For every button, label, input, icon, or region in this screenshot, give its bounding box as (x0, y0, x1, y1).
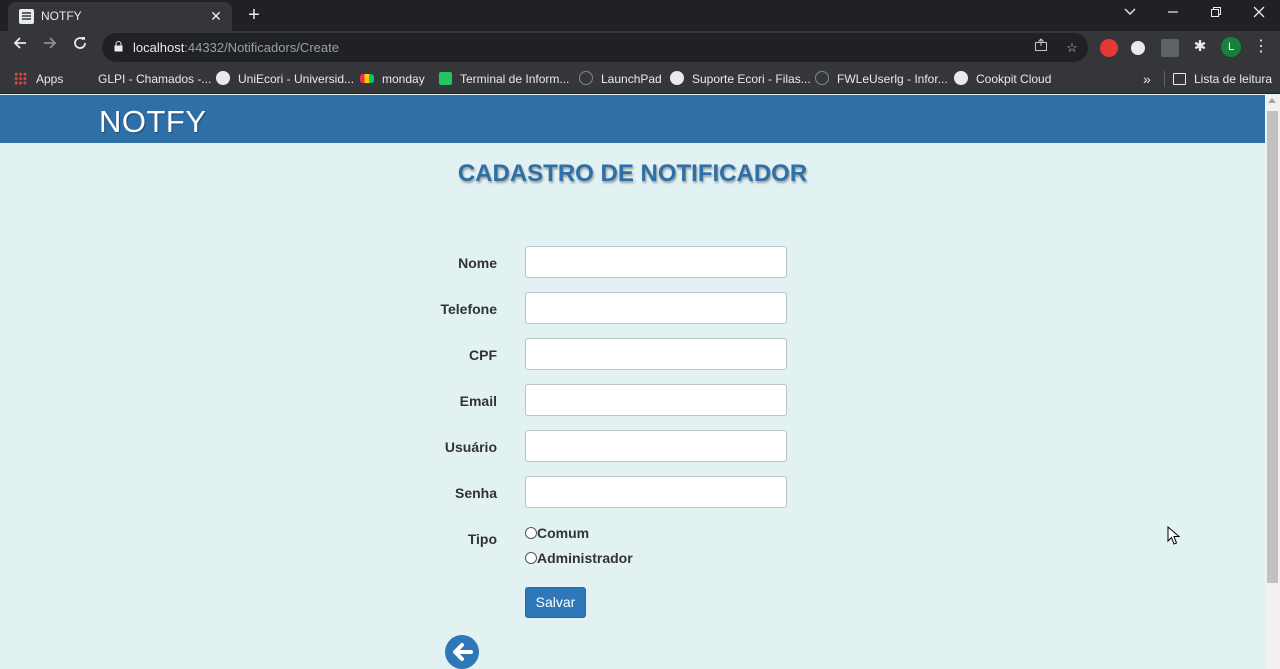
brand-logo[interactable]: NOTFY (99, 104, 207, 140)
bookmarks-bar: Apps GLPI - Chamados -... UniEcori - Uni… (0, 64, 1280, 94)
more-bookmarks-icon[interactable]: » (1143, 70, 1151, 88)
telefone-label: Telefone (440, 301, 497, 317)
extension-red-icon[interactable] (1100, 39, 1118, 57)
bookmarks-divider (1164, 71, 1165, 87)
profile-avatar[interactable]: L (1221, 37, 1241, 57)
bookmark-fwleuserlg[interactable]: FWLeUserlg - Infor... (815, 70, 948, 88)
back-arrow-icon[interactable] (445, 635, 479, 669)
save-button[interactable]: Salvar (525, 587, 586, 618)
radio-circle-icon[interactable] (525, 527, 537, 539)
browser-toolbar: localhost:44332/Notificadors/Create ☆ ✱ … (0, 31, 1280, 64)
bookmark-monday[interactable]: monday (360, 70, 425, 88)
telefone-input[interactable] (525, 292, 787, 324)
reload-icon[interactable] (68, 35, 92, 59)
tab-strip: NOTFY ✕ + (0, 0, 1280, 31)
senha-label: Senha (454, 485, 497, 501)
tipo-comum-radio[interactable]: Comum (525, 525, 589, 541)
page-content: NOTFY CADASTRO DE NOTIFICADOR Nome Telef… (0, 95, 1265, 669)
restore-button[interactable] (1194, 0, 1238, 29)
reading-list-button[interactable]: Lista de leitura (1173, 70, 1272, 88)
lock-icon (114, 41, 123, 52)
url-text: localhost:44332/Notificadors/Create (133, 40, 339, 55)
reading-list-icon (1173, 73, 1186, 85)
page-scrollbar[interactable] (1265, 95, 1280, 669)
globe-icon (954, 71, 968, 85)
page-favicon-icon (19, 9, 34, 24)
chrome-menu-icon[interactable]: ⋮ (1249, 35, 1273, 59)
close-window-button[interactable] (1237, 0, 1280, 29)
tab-search-icon[interactable] (1108, 0, 1152, 29)
tab-close-icon[interactable]: ✕ (208, 8, 224, 24)
tab-title: NOTFY (41, 9, 82, 23)
email-input[interactable] (525, 384, 787, 416)
cpf-label: CPF (469, 347, 497, 363)
radio-circle-icon[interactable] (525, 552, 537, 564)
extension-translate-icon[interactable] (1161, 39, 1179, 57)
tipo-administrador-radio[interactable]: Administrador (525, 550, 633, 566)
bookmark-suporte[interactable]: Suporte Ecori - Filas... (670, 70, 811, 88)
bookmark-uniecori[interactable]: UniEcori - Universid... (216, 70, 354, 88)
bookmark-star-icon[interactable]: ☆ (1062, 38, 1082, 58)
tipo-administrador-label: Administrador (537, 550, 633, 566)
browser-tab[interactable]: NOTFY ✕ (8, 2, 232, 31)
trello-icon (439, 72, 452, 85)
usuario-input[interactable] (525, 430, 787, 462)
globe-icon (670, 71, 684, 85)
app-navbar: NOTFY (0, 95, 1265, 143)
mouse-cursor-icon (1167, 526, 1181, 545)
tipo-comum-label: Comum (537, 525, 590, 541)
senha-input[interactable] (525, 476, 787, 508)
bookmark-terminal[interactable]: Terminal de Inform... (439, 70, 569, 88)
extensions-puzzle-icon[interactable]: ✱ (1188, 35, 1212, 59)
globe-icon (579, 71, 593, 85)
scroll-up-icon[interactable] (1268, 98, 1276, 103)
scroll-thumb[interactable] (1267, 111, 1278, 583)
bookmark-cookpit[interactable]: Cookpit Cloud (954, 70, 1051, 88)
globe-icon (216, 71, 230, 85)
bookmark-launchpad[interactable]: LaunchPad (579, 70, 662, 88)
nome-label: Nome (458, 255, 497, 271)
monday-icon (360, 74, 374, 83)
usuario-label: Usuário (444, 439, 497, 455)
apps-grid-icon (14, 72, 27, 85)
share-icon[interactable] (1031, 38, 1051, 58)
extension-search-icon[interactable] (1131, 41, 1145, 55)
bookmark-apps[interactable]: Apps (14, 70, 63, 88)
tipo-label: Tipo (467, 531, 497, 547)
back-icon[interactable] (8, 35, 32, 59)
forward-icon[interactable] (38, 35, 62, 59)
page-title: CADASTRO DE NOTIFICADOR (457, 160, 808, 187)
nome-input[interactable] (525, 246, 787, 278)
cpf-input[interactable] (525, 338, 787, 370)
new-tab-button[interactable]: + (244, 5, 264, 25)
email-label: Email (459, 393, 497, 409)
bookmark-glpi[interactable]: GLPI - Chamados -... (98, 70, 211, 88)
globe-icon (815, 71, 829, 85)
minimize-button[interactable] (1151, 0, 1195, 29)
address-bar[interactable]: localhost:44332/Notificadors/Create ☆ (102, 33, 1088, 62)
